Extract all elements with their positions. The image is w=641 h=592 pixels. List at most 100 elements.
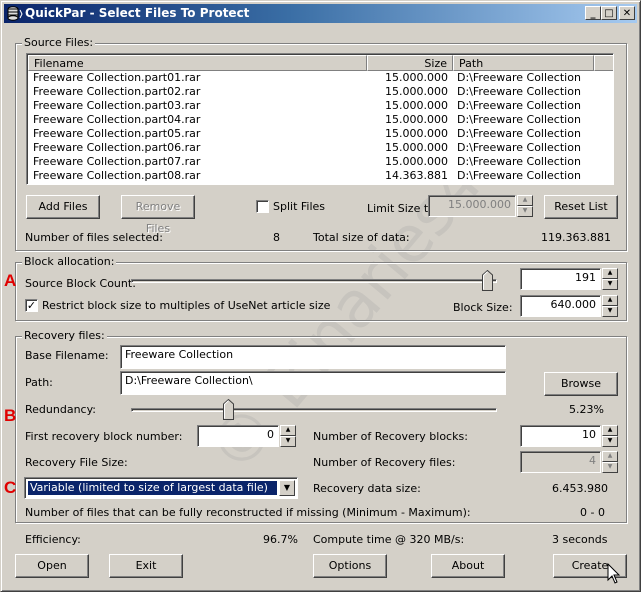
spin-down-icon[interactable]: ▼ bbox=[602, 306, 618, 317]
efficiency-label: Efficiency: bbox=[25, 533, 81, 546]
spin-down-icon[interactable]: ▼ bbox=[602, 462, 618, 473]
cell-path: D:\Freeware Collection bbox=[457, 141, 581, 154]
spin-down-icon[interactable]: ▼ bbox=[280, 436, 296, 447]
cell-size: 15.000.000 bbox=[385, 141, 448, 154]
table-row[interactable]: Freeware Collection.part05.rar 15.000.000… bbox=[28, 127, 613, 141]
cell-filename: Freeware Collection.part05.rar bbox=[33, 127, 201, 140]
first-block-field[interactable]: 0 bbox=[197, 425, 279, 447]
limit-size-field[interactable]: 15.000.000 bbox=[428, 195, 516, 217]
files-selected-value: 8 bbox=[273, 231, 280, 244]
total-size-value: 119.363.881 bbox=[541, 231, 611, 244]
spin-down-icon[interactable]: ▼ bbox=[602, 279, 618, 290]
cell-path: D:\Freeware Collection bbox=[457, 113, 581, 126]
table-row[interactable]: Freeware Collection.part01.rar 15.000.000… bbox=[28, 71, 613, 85]
maximize-button[interactable]: □ bbox=[601, 6, 617, 20]
spin-up-icon[interactable]: ▲ bbox=[602, 425, 618, 436]
num-blocks-field[interactable]: 10 bbox=[520, 425, 601, 447]
cell-filename: Freeware Collection.part02.rar bbox=[33, 85, 201, 98]
source-block-count-spinner[interactable]: ▲ ▼ bbox=[602, 268, 618, 290]
remove-files-button[interactable]: Remove Files bbox=[121, 195, 195, 235]
reset-list-button[interactable]: Reset List bbox=[544, 195, 618, 219]
path-field[interactable]: D:\Freeware Collection\ bbox=[120, 371, 506, 395]
window-title: QuickPar - Select Files To Protect bbox=[25, 6, 250, 20]
about-button[interactable]: About bbox=[431, 554, 505, 578]
source-block-count-field[interactable]: 191 bbox=[520, 268, 601, 290]
block-size-spinner[interactable]: ▲ ▼ bbox=[602, 295, 618, 317]
num-blocks-label: Number of Recovery blocks: bbox=[313, 430, 468, 443]
cell-size: 14.363.881 bbox=[385, 169, 448, 182]
spin-up-icon[interactable]: ▲ bbox=[517, 195, 533, 206]
cell-filename: Freeware Collection.part01.rar bbox=[33, 71, 201, 84]
column-header-filename[interactable]: Filename bbox=[28, 55, 367, 71]
table-row[interactable]: Freeware Collection.part04.rar 15.000.000… bbox=[28, 113, 613, 127]
close-button[interactable]: ✕ bbox=[619, 6, 635, 20]
spin-down-icon[interactable]: ▼ bbox=[602, 436, 618, 447]
spin-down-icon[interactable]: ▼ bbox=[517, 206, 533, 217]
open-button[interactable]: Open bbox=[15, 554, 89, 578]
source-files-list[interactable]: Filename Size Path Freeware Collection.p… bbox=[26, 53, 614, 185]
data-size-label: Recovery data size: bbox=[313, 482, 421, 495]
source-block-count-label: Source Block Count: bbox=[25, 277, 136, 290]
column-header-path[interactable]: Path bbox=[453, 55, 594, 71]
checkmark-icon: ✓ bbox=[26, 299, 37, 312]
restrict-block-size-label: Restrict block size to multiples of UseN… bbox=[42, 299, 331, 312]
data-size-value: 6.453.980 bbox=[552, 482, 608, 495]
column-header-filler bbox=[594, 55, 613, 71]
list-header: Filename Size Path bbox=[28, 55, 613, 71]
reconstruct-label: Number of files that can be fully recons… bbox=[25, 506, 471, 519]
cell-path: D:\Freeware Collection bbox=[457, 85, 581, 98]
redundancy-slider-thumb[interactable] bbox=[223, 399, 235, 420]
minimize-button[interactable]: _ bbox=[585, 6, 601, 20]
cell-path: D:\Freeware Collection bbox=[457, 127, 581, 140]
cell-size: 15.000.000 bbox=[385, 113, 448, 126]
source-block-slider-thumb[interactable] bbox=[482, 270, 494, 291]
table-row[interactable]: Freeware Collection.part02.rar 15.000.000… bbox=[28, 85, 613, 99]
limit-size-spinner[interactable]: ▲ ▼ bbox=[517, 195, 533, 217]
add-files-button[interactable]: Add Files bbox=[26, 195, 100, 219]
cell-path: D:\Freeware Collection bbox=[457, 155, 581, 168]
spin-up-icon[interactable]: ▲ bbox=[280, 425, 296, 436]
files-selected-label: Number of files selected: bbox=[25, 231, 163, 244]
reconstruct-value: 0 - 0 bbox=[580, 506, 605, 519]
source-files-label: Source Files: bbox=[22, 36, 96, 49]
base-filename-field[interactable]: Freeware Collection bbox=[120, 345, 506, 369]
table-row[interactable]: Freeware Collection.part03.rar 15.000.000… bbox=[28, 99, 613, 113]
exit-button[interactable]: Exit bbox=[109, 554, 183, 578]
source-block-slider-track[interactable] bbox=[131, 279, 497, 283]
recovery-file-size-dropdown[interactable]: Variable (limited to size of largest dat… bbox=[24, 477, 298, 499]
block-size-field[interactable]: 640.000 bbox=[520, 295, 601, 317]
total-size-label: Total size of data: bbox=[313, 231, 410, 244]
chevron-down-icon[interactable]: ▼ bbox=[279, 480, 295, 496]
spin-up-icon[interactable]: ▲ bbox=[602, 268, 618, 279]
first-block-spinner[interactable]: ▲ ▼ bbox=[280, 425, 296, 447]
table-row[interactable]: Freeware Collection.part06.rar 15.000.000… bbox=[28, 141, 613, 155]
cell-size: 15.000.000 bbox=[385, 85, 448, 98]
cell-path: D:\Freeware Collection bbox=[457, 71, 581, 84]
cell-path: D:\Freeware Collection bbox=[457, 99, 581, 112]
options-button[interactable]: Options bbox=[313, 554, 387, 578]
table-row[interactable]: Freeware Collection.part08.rar 14.363.881… bbox=[28, 169, 613, 183]
split-files-label: Split Files bbox=[273, 200, 326, 213]
table-row[interactable]: Freeware Collection.part07.rar 15.000.000… bbox=[28, 155, 613, 169]
spin-up-icon[interactable]: ▲ bbox=[602, 451, 618, 462]
file-rows: Freeware Collection.part01.rar 15.000.000… bbox=[28, 71, 613, 183]
marker-c: C bbox=[4, 478, 17, 497]
num-files-field[interactable]: 4 bbox=[520, 451, 601, 473]
quickpar-window: QuickPar - Select Files To Protect _ □ ✕… bbox=[0, 0, 641, 592]
cell-filename: Freeware Collection.part06.rar bbox=[33, 141, 201, 154]
split-files-checkbox[interactable] bbox=[256, 200, 269, 213]
spin-up-icon[interactable]: ▲ bbox=[602, 295, 618, 306]
column-header-size[interactable]: Size bbox=[367, 55, 453, 71]
num-files-spinner[interactable]: ▲ ▼ bbox=[602, 451, 618, 473]
restrict-block-size-checkbox[interactable]: ✓ bbox=[25, 299, 38, 312]
efficiency-value: 96.7% bbox=[263, 533, 298, 546]
redundancy-slider-track[interactable] bbox=[131, 408, 497, 412]
num-blocks-spinner[interactable]: ▲ ▼ bbox=[602, 425, 618, 447]
browse-button[interactable]: Browse bbox=[544, 372, 618, 396]
base-filename-label: Base Filename: bbox=[25, 349, 109, 362]
quickpar-app-icon bbox=[7, 6, 23, 21]
cell-path: D:\Freeware Collection bbox=[457, 169, 581, 182]
redundancy-label: Redundancy: bbox=[25, 403, 97, 416]
cell-filename: Freeware Collection.part08.rar bbox=[33, 169, 201, 182]
num-files-label: Number of Recovery files: bbox=[313, 456, 456, 469]
